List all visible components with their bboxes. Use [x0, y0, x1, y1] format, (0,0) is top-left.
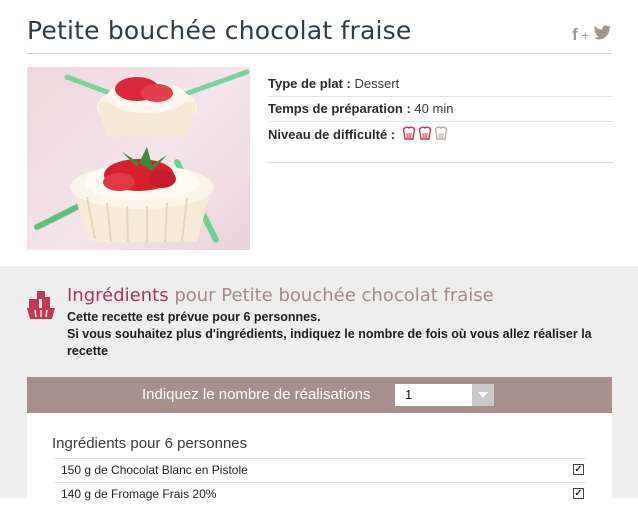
ingredient-row: 140 g de Fromage Frais 20% ✓: [54, 482, 586, 506]
dish-type-label: Type de plat :: [268, 76, 351, 91]
ingredients-heading-accent: Ingrédients: [67, 285, 169, 306]
chef-hat-icon: [418, 123, 432, 149]
intro-line-2: Si vous souhaitez plus d'ingrédients, in…: [67, 326, 607, 360]
plus-separator: +: [581, 29, 590, 42]
prep-time-value: 40 min: [414, 101, 453, 116]
ingredients-intro: Cette recette est prévue pour 6 personne…: [67, 309, 607, 360]
prep-time-label: Temps de préparation :: [268, 101, 411, 116]
chevron-down-icon[interactable]: [472, 384, 494, 406]
ingredient-checkbox[interactable]: ✓: [573, 464, 584, 475]
social-share: f +: [572, 25, 612, 45]
ingredients-panel: Ingrédients pour 6 personnes 150 g de Ch…: [27, 413, 612, 498]
difficulty-row: Niveau de difficulté :: [268, 122, 613, 163]
twitter-icon[interactable]: [593, 25, 612, 45]
intro-line-1: Cette recette est prévue pour 6 personne…: [67, 309, 607, 326]
facebook-icon[interactable]: f: [572, 25, 578, 45]
chef-hat-icon: [402, 123, 416, 149]
difficulty-rating: [402, 123, 448, 149]
basket-icon: [26, 290, 56, 324]
dish-type-value: Dessert: [354, 76, 399, 91]
ingredients-heading-rest: pour Petite bouchée chocolat fraise: [174, 285, 493, 306]
recipe-info: Type de plat : Dessert Temps de préparat…: [268, 72, 613, 163]
realisations-select[interactable]: 1: [395, 384, 494, 406]
ingredients-list-title: Ingrédients pour 6 personnes: [52, 435, 247, 452]
page-title: Petite bouchée chocolat fraise: [27, 16, 411, 45]
difficulty-label: Niveau de difficulté :: [268, 127, 395, 142]
realisations-value: 1: [395, 384, 472, 406]
ingredient-row: 150 g de Chocolat Blanc en Pistole ✓: [54, 458, 586, 482]
ingredient-checkbox[interactable]: ✓: [573, 488, 584, 499]
realisations-label: Indiquez le nombre de réalisations: [142, 386, 370, 403]
ingredients-heading: Ingrédients pour Petite bouchée chocolat…: [67, 285, 494, 306]
ingredient-text: 150 g de Chocolat Blanc en Pistole: [61, 463, 248, 477]
prep-time-row: Temps de préparation : 40 min: [268, 97, 613, 122]
chef-hat-icon: [434, 123, 448, 149]
dish-type-row: Type de plat : Dessert: [268, 72, 613, 97]
ingredient-text: 140 g de Fromage Frais 20%: [61, 487, 216, 501]
title-divider: [27, 53, 612, 54]
dessert-photo: [27, 67, 250, 250]
realisations-bar: Indiquez le nombre de réalisations 1: [27, 377, 612, 413]
ingredients-list: 150 g de Chocolat Blanc en Pistole✓140 g…: [54, 458, 586, 506]
recipe-header-section: Petite bouchée chocolat fraise f +: [0, 0, 638, 266]
